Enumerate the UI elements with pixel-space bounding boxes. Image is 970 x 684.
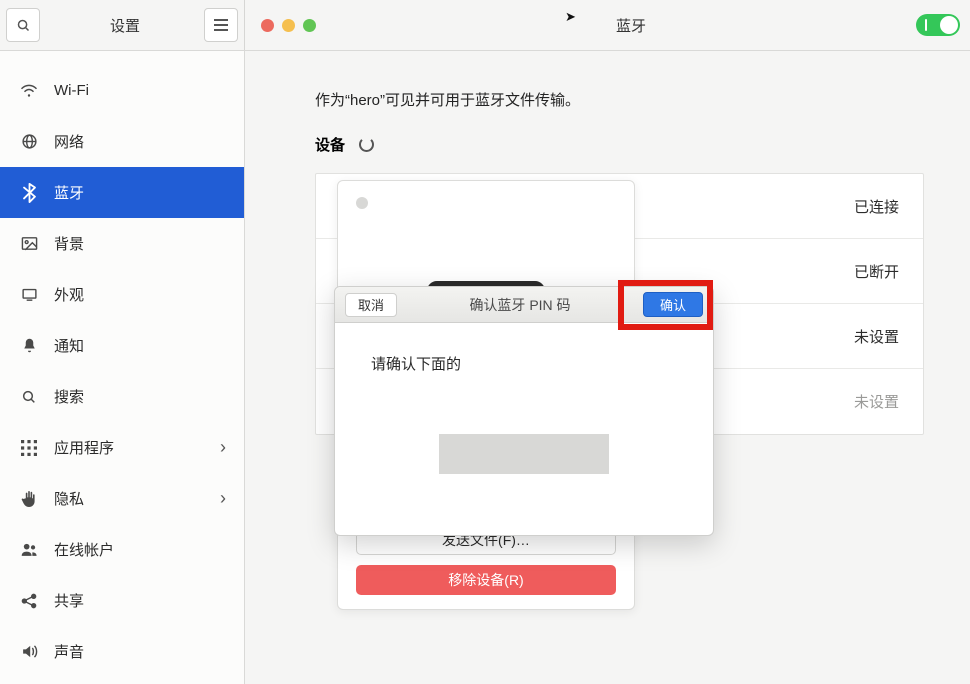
device-status: 未设置 (854, 391, 899, 412)
toggle-on-indicator (925, 19, 927, 31)
volume-icon (18, 644, 40, 659)
search-button[interactable] (6, 8, 40, 42)
bluetooth-toggle[interactable] (916, 14, 960, 36)
search-icon (16, 18, 31, 33)
dialog-header: 取消 确认蓝牙 PIN 码 确认 (335, 287, 713, 323)
remove-device-button[interactable]: 移除设备(R) (356, 565, 616, 595)
window-controls (261, 19, 316, 32)
sidebar-item-label: 隐私 (54, 488, 84, 509)
wifi-icon (18, 84, 40, 98)
bell-icon (18, 337, 40, 354)
apps-icon (18, 440, 40, 456)
dialog-body: 请确认下面的 (335, 323, 713, 474)
confirm-button[interactable]: 确认 (643, 292, 703, 317)
dialog-body-text: 请确认下面的 (371, 356, 461, 373)
sidebar-item-network[interactable]: 网络 (0, 116, 244, 167)
sidebar-item-accounts[interactable]: 在线帐户 (0, 524, 244, 575)
sidebar-item-label: 通知 (54, 335, 84, 356)
sidebar-item-label: 在线帐户 (54, 539, 114, 560)
remove-device-label: 移除设备(R) (448, 570, 523, 590)
menu-icon (214, 19, 228, 31)
menu-button[interactable] (204, 8, 238, 42)
loading-spinner-icon (359, 137, 374, 152)
pin-confirm-dialog: 取消 确认蓝牙 PIN 码 确认 请确认下面的 (334, 286, 714, 536)
chevron-right-icon: › (220, 437, 226, 458)
toggle-knob (940, 16, 958, 34)
sidebar-item-appearance[interactable]: 外观 (0, 269, 244, 320)
top-toolbar: 设置 ➤ 蓝牙 (0, 0, 970, 50)
sidebar-item-label: 应用程序 (54, 437, 114, 458)
confirm-label: 确认 (660, 295, 686, 314)
sidebar-item-label: 声音 (54, 641, 84, 662)
sidebar-item-label: 搜索 (54, 386, 84, 407)
visibility-status-text: 作为“hero”可见并可用于蓝牙文件传输。 (315, 89, 924, 110)
window-close-button[interactable] (261, 19, 274, 32)
sidebar-item-label: 共享 (54, 590, 84, 611)
sidebar-item-search[interactable]: 搜索 (0, 371, 244, 422)
accounts-icon (18, 542, 40, 557)
hand-icon (18, 490, 40, 508)
search-icon (18, 389, 40, 405)
sidebar-item-share[interactable]: 共享 (0, 575, 244, 626)
sidebar-item-label: Wi-Fi (54, 82, 89, 99)
image-icon (18, 236, 40, 251)
topbar-left: 设置 (0, 0, 245, 50)
chevron-right-icon: › (220, 488, 226, 509)
devices-header: 设备 (315, 134, 924, 155)
share-icon (18, 593, 40, 609)
devices-header-label: 设备 (315, 134, 345, 155)
globe-icon (18, 133, 40, 150)
device-status: 已连接 (854, 196, 899, 217)
sidebar-item-apps[interactable]: 应用程序 › (0, 422, 244, 473)
sidebar-item-notifications[interactable]: 通知 (0, 320, 244, 371)
sidebar-item-label: 网络 (54, 131, 84, 152)
page-title: 蓝牙 (616, 15, 646, 36)
sidebar-item-label: 外观 (54, 284, 84, 305)
sidebar-item-background[interactable]: 背景 (0, 218, 244, 269)
window-maximize-button[interactable] (303, 19, 316, 32)
sidebar-item-privacy[interactable]: 隐私 › (0, 473, 244, 524)
cancel-button[interactable]: 取消 (345, 293, 397, 317)
sidebar-item-bluetooth[interactable]: 蓝牙 (0, 167, 244, 218)
sidebar-item-label: 背景 (54, 233, 84, 254)
device-status: 未设置 (854, 326, 899, 347)
cursor-icon: ➤ (565, 9, 576, 25)
display-icon (18, 287, 40, 302)
topbar-right: ➤ 蓝牙 (245, 0, 970, 50)
sidebar-item-label: 蓝牙 (54, 182, 84, 203)
bluetooth-icon (18, 183, 40, 203)
status-dot-icon (356, 197, 368, 209)
sidebar: Wi-Fi 网络 蓝牙 背景 (0, 51, 245, 684)
window-minimize-button[interactable] (282, 19, 295, 32)
settings-title: 设置 (110, 15, 140, 36)
device-status: 已断开 (854, 261, 899, 282)
sidebar-item-wifi[interactable]: Wi-Fi (0, 65, 244, 116)
pin-code-box (439, 434, 609, 474)
cancel-label: 取消 (358, 295, 384, 314)
sidebar-item-sound[interactable]: 声音 (0, 626, 244, 677)
dialog-title: 确认蓝牙 PIN 码 (397, 295, 643, 315)
